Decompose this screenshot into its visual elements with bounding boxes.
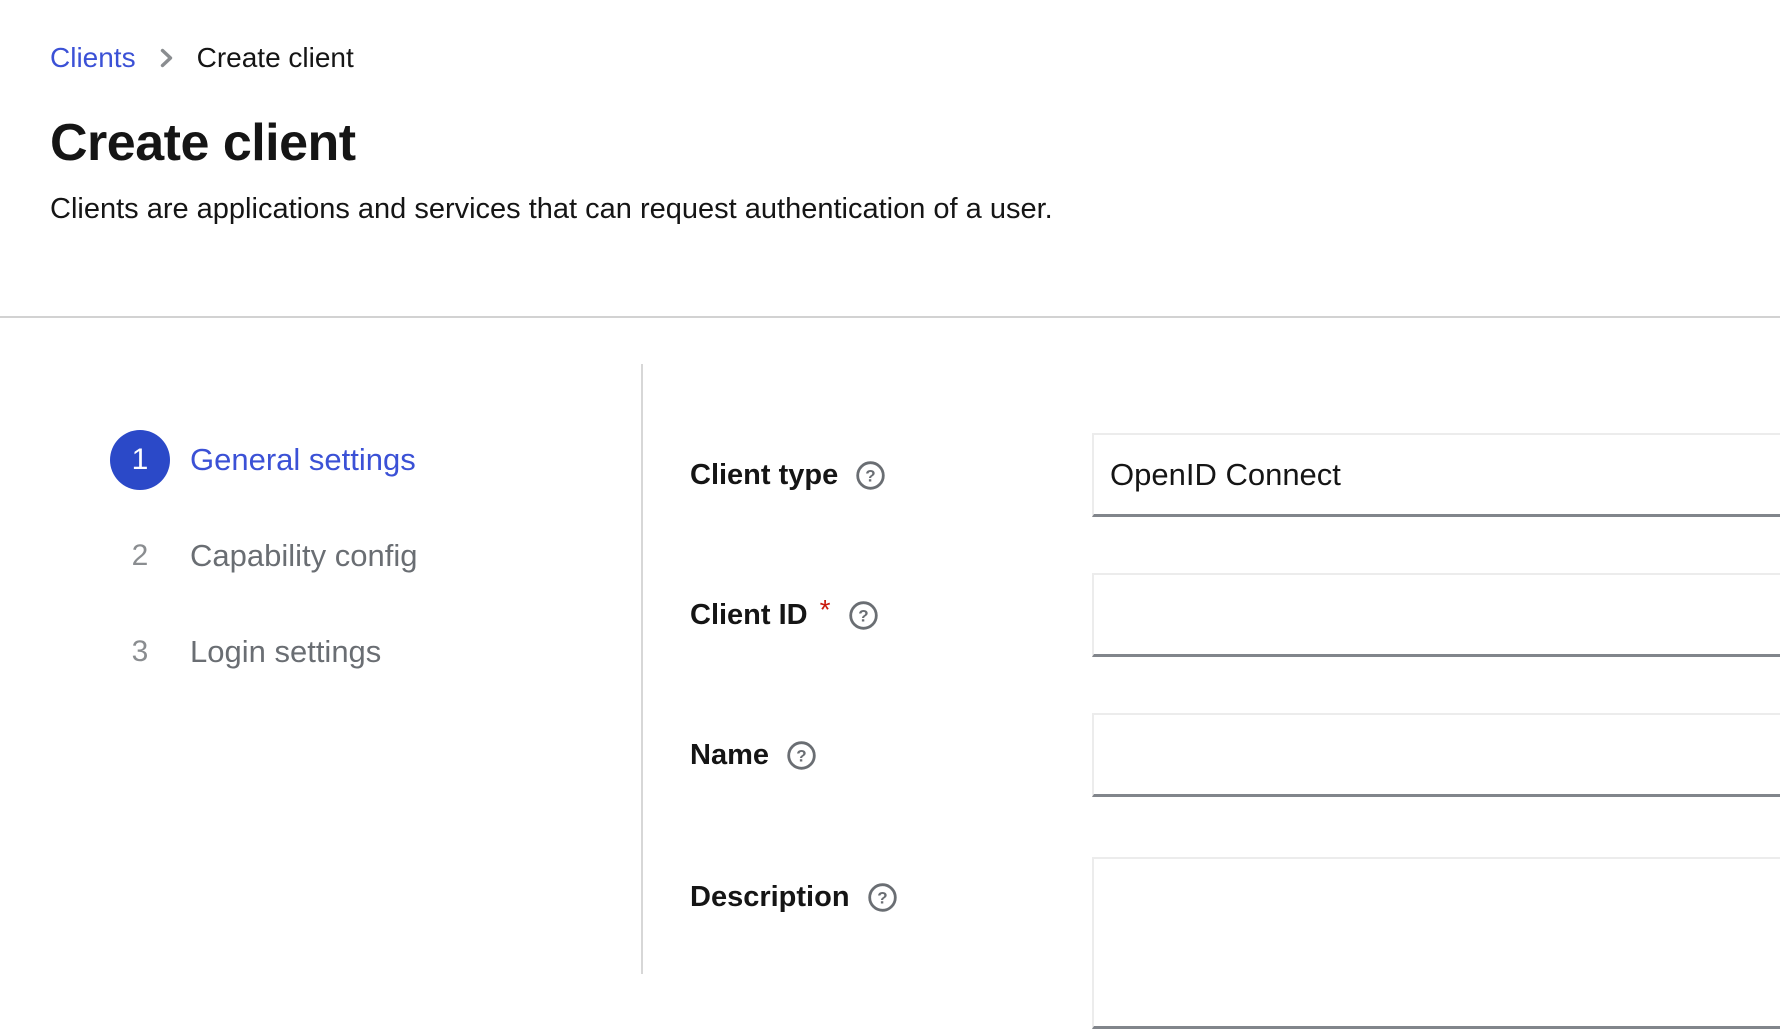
description-textarea[interactable]	[1092, 857, 1780, 1029]
svg-text:?: ?	[858, 606, 868, 625]
page-subtitle: Clients are applications and services th…	[50, 190, 1053, 228]
help-icon[interactable]: ?	[867, 882, 898, 913]
svg-text:?: ?	[877, 889, 887, 908]
client-id-label: Client ID	[690, 599, 808, 632]
required-indicator: *	[820, 594, 831, 626]
help-icon[interactable]: ?	[786, 740, 817, 771]
help-icon[interactable]: ?	[848, 600, 879, 631]
client-type-select[interactable]: OpenID Connect	[1092, 433, 1780, 517]
vertical-divider	[641, 364, 643, 974]
client-type-control: OpenID Connect	[1092, 433, 1780, 517]
step-1-badge: 1	[110, 430, 170, 490]
wizard-step-login-settings[interactable]: 3 Login settings	[110, 622, 417, 682]
client-type-label-group: Client type ?	[690, 459, 1092, 492]
breadcrumb-clients-link[interactable]: Clients	[50, 40, 136, 76]
client-id-label-group: Client ID * ?	[690, 599, 1092, 632]
step-3-label: Login settings	[190, 634, 381, 670]
help-icon[interactable]: ?	[855, 460, 886, 491]
breadcrumb: Clients Create client	[50, 40, 354, 76]
client-type-row: Client type ? OpenID Connect	[690, 433, 1780, 517]
step-3-badge: 3	[110, 622, 170, 682]
client-id-input[interactable]	[1092, 573, 1780, 657]
wizard-step-nav: 1 General settings 2 Capability config 3…	[110, 430, 417, 682]
create-client-form: Client type ? OpenID Connect Client ID *…	[690, 433, 1780, 1029]
description-control	[1092, 857, 1780, 1029]
name-input[interactable]	[1092, 713, 1780, 797]
name-row: Name ?	[690, 713, 1780, 797]
step-1-label: General settings	[190, 442, 416, 478]
page-title: Create client	[50, 112, 1053, 174]
svg-text:?: ?	[866, 466, 876, 485]
wizard-step-general-settings[interactable]: 1 General settings	[110, 430, 417, 490]
description-label: Description	[690, 881, 850, 914]
breadcrumb-current-page: Create client	[197, 40, 354, 76]
name-label: Name	[690, 739, 769, 772]
step-2-badge: 2	[110, 526, 170, 586]
client-id-control	[1092, 573, 1780, 657]
page-header: Create client Clients are applications a…	[50, 112, 1053, 228]
step-2-label: Capability config	[190, 538, 417, 574]
name-label-group: Name ?	[690, 739, 1092, 772]
name-control	[1092, 713, 1780, 797]
section-divider	[0, 316, 1780, 318]
description-label-group: Description ?	[690, 881, 1092, 914]
client-id-row: Client ID * ?	[690, 573, 1780, 657]
chevron-right-icon	[158, 47, 175, 69]
client-type-label: Client type	[690, 459, 838, 492]
svg-text:?: ?	[796, 746, 806, 765]
wizard-step-capability-config[interactable]: 2 Capability config	[110, 526, 417, 586]
description-row: Description ?	[690, 857, 1780, 1029]
